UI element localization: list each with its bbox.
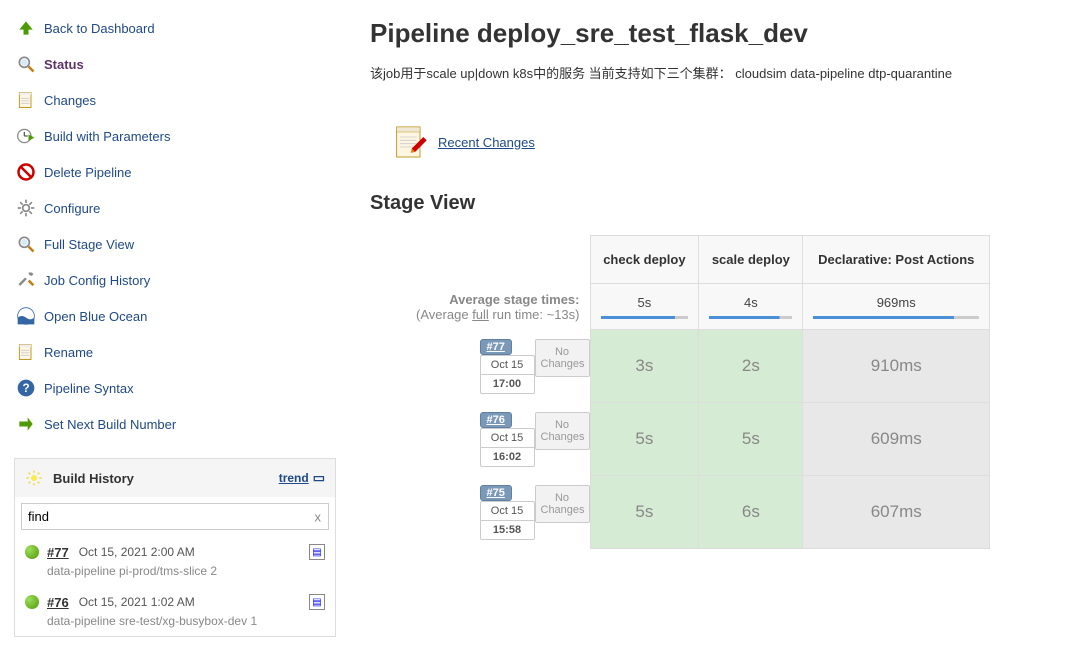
sidebar-item-label: Back to Dashboard xyxy=(44,21,155,36)
stage-run-cell[interactable]: 2s xyxy=(699,330,803,403)
avg-run-time-label: (Average full run time: ~13s) xyxy=(380,307,580,322)
sun-icon xyxy=(25,469,43,487)
stage-run-cell[interactable]: 6s xyxy=(699,476,803,549)
search-icon xyxy=(14,232,38,256)
build-status-ball-icon xyxy=(25,595,39,609)
sidebar-item-configure[interactable]: Configure xyxy=(14,190,336,226)
sidebar-item-label: Open Blue Ocean xyxy=(44,309,147,324)
sidebar-item-status[interactable]: Status xyxy=(14,46,336,82)
sidebar-item-label: Pipeline Syntax xyxy=(44,381,134,396)
notepad-icon xyxy=(14,340,38,364)
trend-link[interactable]: trend xyxy=(279,471,309,485)
arrow-right-icon xyxy=(14,412,38,436)
stage-view-heading: Stage View xyxy=(370,192,1067,215)
run-changes-box: NoChanges xyxy=(535,412,590,450)
notepad-icon xyxy=(390,122,430,162)
tools-icon xyxy=(14,268,38,292)
avg-stage-cell: 5s xyxy=(590,284,699,330)
avg-stage-cell: 4s xyxy=(699,284,803,330)
build-date: Oct 15, 2021 1:02 AM xyxy=(79,595,309,609)
svg-text:?: ? xyxy=(22,382,29,395)
main-content: Pipeline deploy_sre_test_flask_dev 该job用… xyxy=(350,0,1087,647)
sidebar-item-label: Delete Pipeline xyxy=(44,165,131,180)
search-icon xyxy=(14,52,38,76)
sidebar-item-changes[interactable]: Changes xyxy=(14,82,336,118)
page-title: Pipeline deploy_sre_test_flask_dev xyxy=(370,18,1067,49)
console-output-icon[interactable]: ▤ xyxy=(309,594,325,610)
stage-view-table: check deployscale deployDeclarative: Pos… xyxy=(370,235,990,549)
sidebar-item-build-with-parameters[interactable]: Build with Parameters xyxy=(14,118,336,154)
run-date-box: Oct 15 17:00 xyxy=(480,355,535,394)
sidebar-item-open-blue-ocean[interactable]: Open Blue Ocean xyxy=(14,298,336,334)
gear-icon xyxy=(14,196,38,220)
sidebar-item-pipeline-syntax[interactable]: ? Pipeline Syntax xyxy=(14,370,336,406)
sidebar-item-label: Rename xyxy=(44,345,93,360)
sidebar-item-label: Configure xyxy=(44,201,100,216)
build-number-link[interactable]: #76 xyxy=(47,595,69,610)
arrow-up-icon xyxy=(14,16,38,40)
build-number-link[interactable]: #77 xyxy=(47,545,69,560)
avg-stage-times-label: Average stage times: xyxy=(380,292,580,307)
run-date-box: Oct 15 16:02 xyxy=(480,428,535,467)
stage-column-header: scale deploy xyxy=(699,236,803,284)
page-description: 该job用于scale up|down k8s中的服务 当前支持如下三个集群： … xyxy=(370,63,1067,82)
sidebar: Back to Dashboard Status Changes Build with… xyxy=(0,0,350,647)
sidebar-item-label: Set Next Build Number xyxy=(44,417,176,432)
run-changes-box: NoChanges xyxy=(535,339,590,377)
run-build-badge[interactable]: #76 xyxy=(480,412,512,428)
stage-run-cell[interactable]: 910ms xyxy=(803,330,990,403)
sidebar-item-rename[interactable]: Rename xyxy=(14,334,336,370)
stage-run-cell[interactable]: 5s xyxy=(699,403,803,476)
blue-ocean-icon xyxy=(14,304,38,328)
clock-play-icon xyxy=(14,124,38,148)
build-history-panel: Build History trend ▭ x #77 Oct 15, 2021… xyxy=(14,458,336,637)
stage-run-cell[interactable]: 5s xyxy=(590,403,699,476)
trend-collapse-icon[interactable]: ▭ xyxy=(313,470,325,486)
sidebar-item-set-next-build-number[interactable]: Set Next Build Number xyxy=(14,406,336,442)
run-build-badge[interactable]: #77 xyxy=(480,339,512,355)
sidebar-item-label: Job Config History xyxy=(44,273,150,288)
sidebar-item-job-config-history[interactable]: Job Config History xyxy=(14,262,336,298)
stage-run-cell[interactable]: 3s xyxy=(590,330,699,403)
sidebar-item-label: Full Stage View xyxy=(44,237,134,252)
recent-changes-link[interactable]: Recent Changes xyxy=(438,135,535,150)
notepad-icon xyxy=(14,88,38,112)
stage-run-cell[interactable]: 5s xyxy=(590,476,699,549)
stage-column-header: Declarative: Post Actions xyxy=(803,236,990,284)
run-build-badge[interactable]: #75 xyxy=(480,485,512,501)
stage-column-header: check deploy xyxy=(590,236,699,284)
stage-run-cell[interactable]: 607ms xyxy=(803,476,990,549)
build-history-title: Build History xyxy=(53,471,279,486)
sidebar-item-label: Build with Parameters xyxy=(44,129,170,144)
build-date: Oct 15, 2021 2:00 AM xyxy=(79,545,309,559)
stage-run-cell[interactable]: 609ms xyxy=(803,403,990,476)
run-date-box: Oct 15 15:58 xyxy=(480,501,535,540)
build-history-row: #76 Oct 15, 2021 1:02 AM ▤ data-pipeline… xyxy=(15,586,335,636)
help-icon: ? xyxy=(14,376,38,400)
prohibit-icon xyxy=(14,160,38,184)
build-search-input[interactable] xyxy=(21,503,329,530)
console-output-icon[interactable]: ▤ xyxy=(309,544,325,560)
build-history-row: #77 Oct 15, 2021 2:00 AM ▤ data-pipeline… xyxy=(15,536,335,586)
avg-stage-cell: 969ms xyxy=(803,284,990,330)
sidebar-item-delete-pipeline[interactable]: Delete Pipeline xyxy=(14,154,336,190)
sidebar-item-label: Status xyxy=(44,57,84,72)
build-description: data-pipeline sre-test/xg-busybox-dev 1 xyxy=(25,614,325,628)
build-description: data-pipeline pi-prod/tms-slice 2 xyxy=(25,564,325,578)
clear-search-icon[interactable]: x xyxy=(315,509,322,524)
build-status-ball-icon xyxy=(25,545,39,559)
sidebar-item-label: Changes xyxy=(44,93,96,108)
sidebar-item-back-to-dashboard[interactable]: Back to Dashboard xyxy=(14,10,336,46)
run-changes-box: NoChanges xyxy=(535,485,590,523)
sidebar-item-full-stage-view[interactable]: Full Stage View xyxy=(14,226,336,262)
